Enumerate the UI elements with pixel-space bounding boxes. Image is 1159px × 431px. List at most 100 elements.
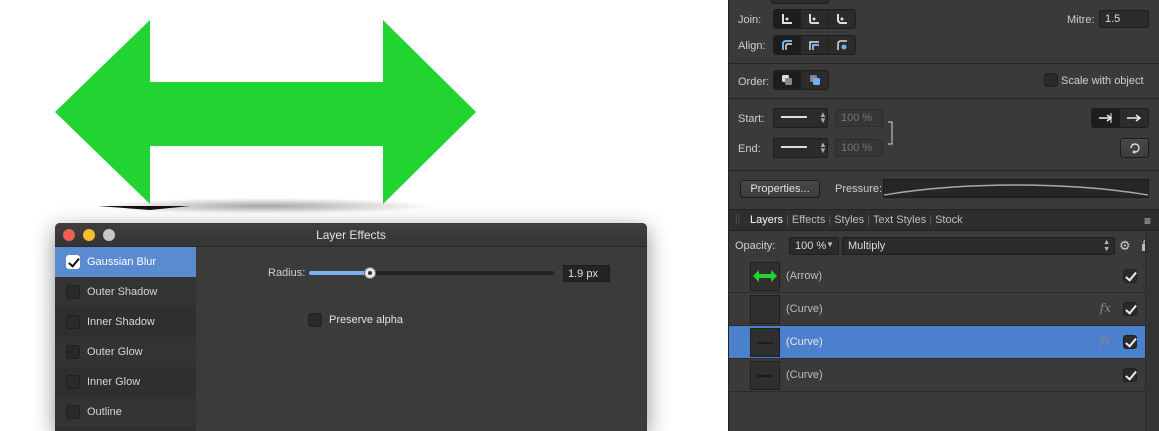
visibility-checkbox[interactable]	[1123, 368, 1137, 382]
gear-icon[interactable]: ⚙	[1119, 238, 1131, 254]
radius-value-field[interactable]: 1.9 px	[563, 265, 610, 282]
layer-thumbnail	[750, 328, 780, 357]
align-center-icon[interactable]	[801, 36, 828, 54]
effect-checkbox[interactable]	[66, 405, 80, 419]
layer-thumbnail	[750, 262, 780, 291]
cap-style-segment[interactable]	[771, 0, 829, 4]
preserve-alpha-label: Preserve alpha	[329, 314, 403, 326]
layer-row[interactable]: (Curve)	[729, 359, 1145, 392]
layer-row[interactable]: (Curve) fx	[729, 293, 1145, 326]
blend-mode-select[interactable]: Multiply ▲ ▼	[842, 237, 1115, 255]
arrowhead-position-segment[interactable]	[1091, 108, 1149, 128]
document-canvas[interactable]: Layer Effects Gaussian Blur Outer Shadow I…	[0, 0, 728, 431]
radius-slider[interactable]	[309, 267, 554, 279]
align-label: Align:	[738, 40, 766, 52]
dialog-title: Layer Effects	[316, 228, 386, 242]
effects-fx-icon[interactable]: fx	[1100, 334, 1111, 348]
effect-item-gaussian-blur[interactable]: Gaussian Blur	[55, 247, 196, 277]
effect-checkbox[interactable]	[66, 315, 80, 329]
radius-slider-knob[interactable]	[364, 267, 377, 279]
scale-with-object-checkbox[interactable]	[1044, 73, 1058, 87]
end-scale-field[interactable]: 100 %	[835, 139, 883, 157]
blend-mode-value: Multiply	[848, 240, 886, 252]
panel-tabs: || Layers | Effects | Styles | Text Styl…	[729, 209, 1159, 231]
layer-thumbnail	[750, 361, 780, 390]
preserve-alpha-option[interactable]: Preserve alpha	[308, 313, 403, 327]
opacity-label: Opacity:	[735, 240, 776, 252]
dialog-titlebar: Layer Effects	[55, 223, 647, 247]
chevron-down-icon: ▼	[826, 240, 834, 249]
stroke-behind-icon[interactable]	[774, 71, 801, 89]
visibility-checkbox[interactable]	[1123, 269, 1137, 283]
join-style-segment[interactable]	[773, 9, 856, 29]
end-stepper-icon[interactable]: ▲ ▼	[819, 141, 827, 155]
effects-list: Gaussian Blur Outer Shadow Inner Shadow Out…	[55, 247, 196, 431]
arrow-inside-icon[interactable]	[1092, 109, 1121, 127]
tab-effects[interactable]: Effects	[789, 214, 828, 226]
layer-name[interactable]: (Arrow)	[786, 270, 822, 282]
effect-checkbox[interactable]	[66, 255, 80, 269]
line-end-icon	[781, 116, 807, 118]
visibility-checkbox[interactable]	[1123, 302, 1137, 316]
end-label: End:	[738, 143, 761, 155]
effect-checkbox[interactable]	[66, 285, 80, 299]
effect-label: Inner Glow	[87, 376, 141, 388]
radius-slider-fill	[309, 271, 371, 275]
link-scales-icon[interactable]	[886, 120, 896, 146]
miter-join-icon[interactable]	[774, 10, 801, 28]
pressure-graph[interactable]	[883, 179, 1149, 198]
effect-item-inner-glow[interactable]: Inner Glow	[55, 367, 196, 397]
order-label: Order:	[738, 76, 770, 88]
properties-button[interactable]: Properties...	[740, 180, 820, 198]
align-stroke-segment[interactable]	[773, 35, 856, 55]
line-end-icon	[781, 146, 807, 148]
start-scale-field[interactable]: 100 %	[835, 109, 883, 127]
swap-arrowheads-button[interactable]	[1120, 138, 1149, 158]
tab-text-styles[interactable]: Text Styles	[870, 214, 929, 226]
layer-effects-dialog: Layer Effects Gaussian Blur Outer Shadow I…	[55, 223, 647, 431]
mitre-field[interactable]: 1.5	[1099, 10, 1149, 28]
round-join-icon[interactable]	[801, 10, 828, 28]
effect-checkbox[interactable]	[66, 375, 80, 389]
pressure-label: Pressure:	[835, 183, 883, 195]
join-label: Join:	[738, 14, 762, 26]
stroke-order-segment[interactable]	[773, 70, 829, 90]
layer-name[interactable]: (Curve)	[786, 369, 823, 381]
tab-layers[interactable]: Layers	[747, 214, 786, 226]
effect-item-outer-glow[interactable]: Outer Glow	[55, 337, 196, 367]
effect-checkbox[interactable]	[66, 345, 80, 359]
align-outside-icon[interactable]	[828, 36, 855, 54]
tab-stock[interactable]: Stock	[932, 214, 966, 226]
effect-label: Outline	[87, 406, 122, 418]
up-down-chevron-icon: ▲ ▼	[1103, 239, 1110, 253]
effect-label: Outer Shadow	[87, 286, 158, 298]
effects-fx-icon[interactable]: fx	[1100, 301, 1111, 315]
arrow-outside-icon[interactable]	[1120, 109, 1148, 127]
start-stepper-icon[interactable]: ▲ ▼	[819, 111, 827, 125]
layers-scrollbar[interactable]	[1145, 232, 1159, 431]
stroke-front-icon[interactable]	[801, 71, 828, 89]
mitre-label: Mitre:	[1067, 14, 1095, 26]
bevel-join-icon[interactable]	[828, 10, 855, 28]
effect-item-outer-shadow[interactable]: Outer Shadow	[55, 277, 196, 307]
layer-name[interactable]: (Curve)	[786, 336, 823, 348]
double-arrow-shape[interactable]	[55, 20, 476, 204]
layer-thumbnail	[750, 295, 780, 324]
effect-item-outline[interactable]: Outline	[55, 397, 196, 427]
effect-item-inner-shadow[interactable]: Inner Shadow	[55, 307, 196, 337]
align-inside-icon[interactable]	[774, 36, 801, 54]
layer-name[interactable]: (Curve)	[786, 303, 823, 315]
layer-row[interactable]: (Curve) fx	[729, 326, 1145, 359]
visibility-checkbox[interactable]	[1123, 335, 1137, 349]
effect-label: Outer Glow	[87, 346, 143, 358]
divider	[729, 63, 1159, 64]
divider	[729, 98, 1159, 99]
panel-menu-icon[interactable]: ≡	[1144, 214, 1151, 228]
opacity-field[interactable]: 100 % ▼	[789, 237, 839, 255]
tab-styles[interactable]: Styles	[831, 214, 867, 226]
radius-label: Radius:	[268, 267, 306, 279]
grip-icon[interactable]: ||	[735, 214, 740, 225]
layer-row[interactable]: (Arrow)	[729, 260, 1145, 293]
preserve-alpha-checkbox[interactable]	[308, 313, 322, 327]
effect-label: Gaussian Blur	[87, 256, 157, 268]
